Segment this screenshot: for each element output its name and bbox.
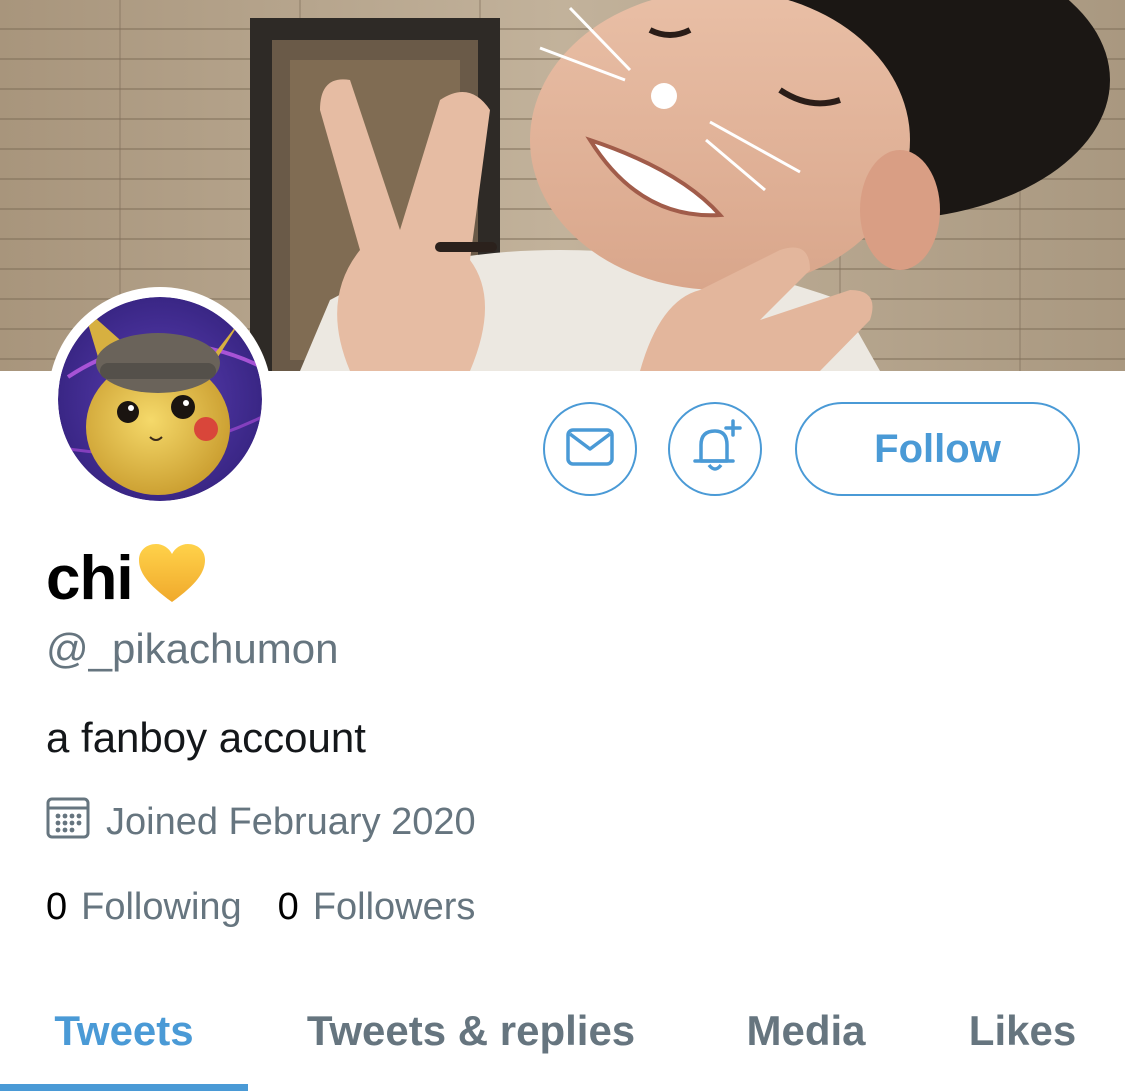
profile-tabs: Tweets Tweets & replies Media Likes [0, 980, 1125, 1091]
followers-label: Followers [312, 886, 476, 928]
followers-stat[interactable]: 0 Followers [278, 886, 476, 929]
bell-plus-icon [687, 418, 743, 480]
tab-tweets-and-replies[interactable]: Tweets & replies [272, 980, 670, 1091]
follow-button-label: Follow [874, 426, 1001, 471]
tab-media[interactable]: Media [720, 980, 892, 1091]
notifications-button[interactable] [668, 402, 762, 496]
display-name-text: chi [46, 543, 134, 613]
following-stat[interactable]: 0 Following [46, 886, 242, 929]
yellow-heart-icon [137, 542, 207, 621]
profile-avatar[interactable] [48, 287, 272, 511]
active-tab-indicator [0, 1084, 248, 1091]
tab-tweets[interactable]: Tweets [0, 980, 248, 1091]
following-count: 0 [46, 886, 68, 928]
calendar-icon [46, 795, 90, 849]
profile-page: Follow chi @_pikachumon a fanboy account [0, 0, 1125, 1091]
follow-button[interactable]: Follow [795, 402, 1080, 496]
profile-bio: a fanboy account [46, 714, 366, 761]
joined-date: Joined February 2020 [46, 797, 476, 847]
tab-likes[interactable]: Likes [940, 980, 1105, 1091]
profile-handle: @_pikachumon [46, 625, 339, 672]
joined-date-text: Joined February 2020 [106, 800, 476, 843]
message-button[interactable] [543, 402, 637, 496]
display-name: chi [46, 538, 207, 618]
envelope-icon [566, 427, 614, 471]
followers-count: 0 [277, 886, 299, 928]
following-label: Following [81, 886, 242, 928]
follow-stats: 0 Following 0 Followers [46, 886, 475, 929]
